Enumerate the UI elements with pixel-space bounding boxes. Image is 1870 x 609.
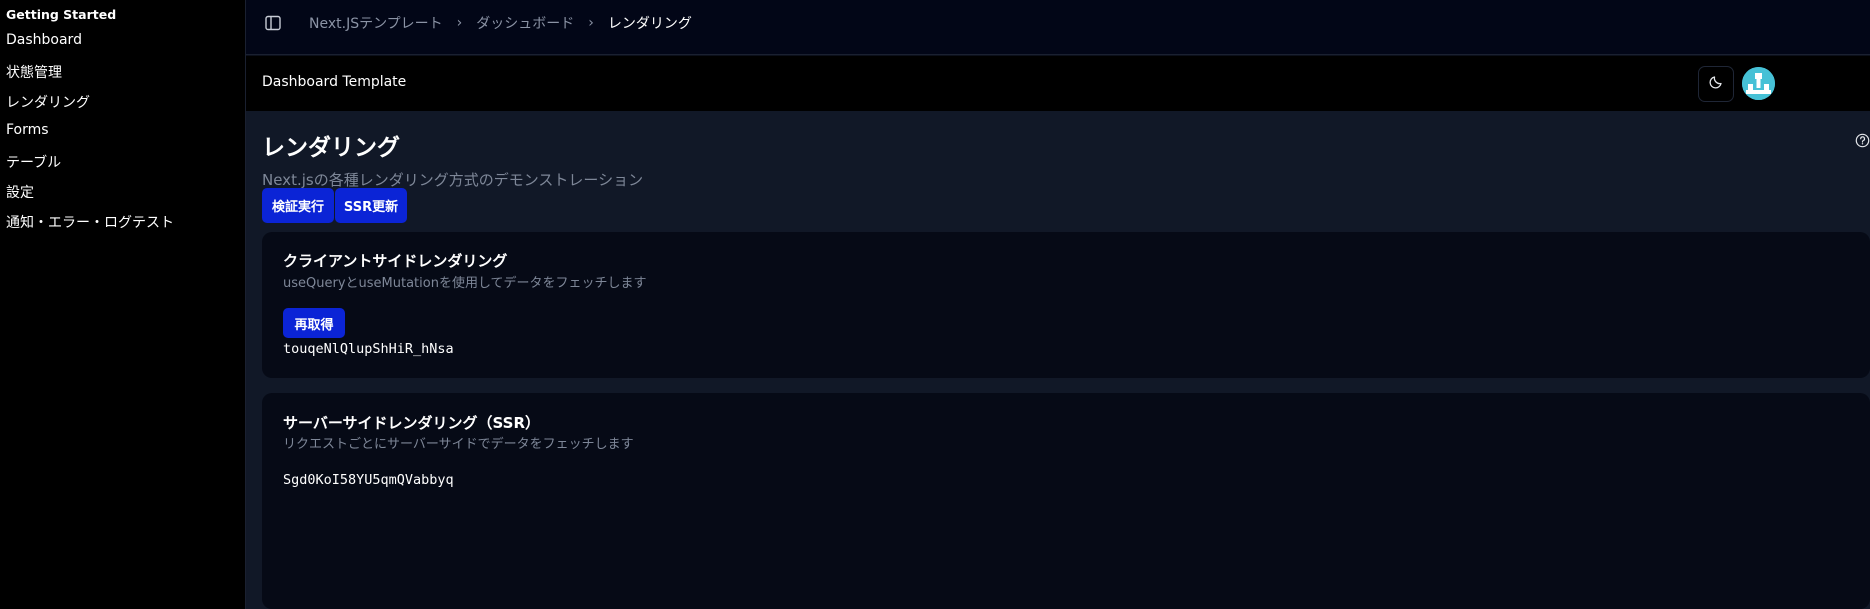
main-content: レンダリング Next.jsの各種レンダリング方式のデモンストレーション 検証実… <box>246 111 1870 609</box>
ssr-card: サーバーサイドレンダリング（SSR） リクエストごとにサーバーサイドでデータをフ… <box>262 393 1870 609</box>
topbar: Next.JSテンプレート › ダッシュボード › レンダリング <box>246 0 1870 55</box>
ssr-data-value: Sgd0KoI58YU5qmQVabbyq <box>283 472 454 488</box>
csr-card: クライアントサイドレンダリング useQueryとuseMutationを使用し… <box>262 232 1870 378</box>
sidebar-item-forms[interactable]: Forms <box>6 122 49 138</box>
csr-data-value: touqeNlQlupShHiR_hNsa <box>283 341 454 357</box>
sidebar-item-settings[interactable]: 設定 <box>6 182 34 202</box>
sidebar-item-state-management[interactable]: 状態管理 <box>6 62 62 82</box>
help-circle-icon[interactable] <box>1855 133 1870 148</box>
sidebar-item-rendering[interactable]: レンダリング <box>6 92 90 112</box>
sidebar-item-notification-test[interactable]: 通知・エラー・ログテスト <box>6 212 174 232</box>
ssr-card-description: リクエストごとにサーバーサイドでデータをフェッチします <box>283 437 634 452</box>
csr-card-title: クライアントサイドレンダリング <box>283 252 508 270</box>
csr-card-description: useQueryとuseMutationを使用してデータをフェッチします <box>283 276 647 291</box>
verify-button[interactable]: 検証実行 <box>262 188 334 223</box>
theme-toggle-button[interactable] <box>1698 66 1734 102</box>
sidebar-item-table[interactable]: テーブル <box>6 152 61 172</box>
page-subtitle: Next.jsの各種レンダリング方式のデモンストレーション <box>262 171 644 189</box>
moon-icon <box>1708 74 1724 94</box>
sidebar-group-title: Getting Started <box>6 7 117 22</box>
refetch-button[interactable]: 再取得 <box>283 308 345 338</box>
sidebar: Getting Started Dashboard 状態管理 レンダリング Fo… <box>0 0 246 609</box>
breadcrumb: Next.JSテンプレート › ダッシュボード › レンダリング <box>309 13 692 33</box>
sidebar-item-dashboard[interactable]: Dashboard <box>6 32 82 48</box>
ssr-refresh-button[interactable]: SSR更新 <box>335 188 407 223</box>
breadcrumb-item-template[interactable]: Next.JSテンプレート <box>309 13 443 33</box>
breadcrumb-item-current: レンダリング <box>607 16 692 32</box>
breadcrumb-separator: › <box>456 15 463 31</box>
avatar[interactable] <box>1742 67 1775 100</box>
sidebar-toggle-icon[interactable] <box>264 14 282 32</box>
ssr-card-title: サーバーサイドレンダリング（SSR） <box>283 414 541 432</box>
page-title: レンダリング <box>262 135 400 161</box>
app-title: Dashboard Template <box>262 74 407 90</box>
app-header: Dashboard Template <box>246 56 1870 111</box>
breadcrumb-item-dashboard[interactable]: ダッシュボード <box>476 13 574 33</box>
breadcrumb-separator: › <box>588 15 594 31</box>
